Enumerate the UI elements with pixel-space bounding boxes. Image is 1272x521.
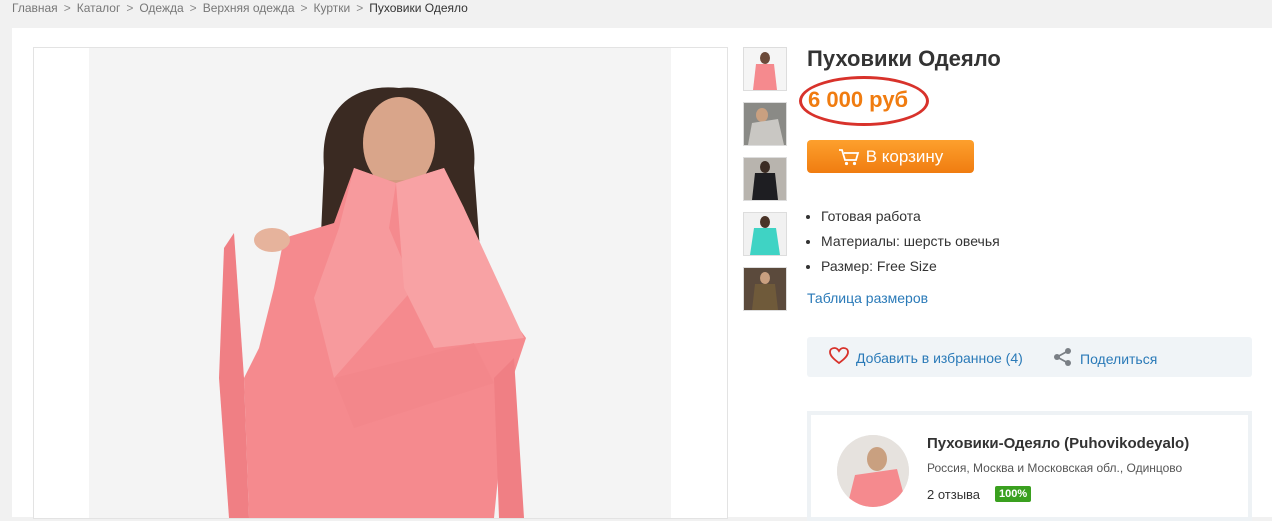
seller-location: Россия, Москва и Московская обл., Одинцо… — [927, 461, 1183, 475]
size-table-link[interactable]: Таблица размеров — [807, 290, 928, 306]
product-title: Пуховики Одеяло — [807, 46, 1001, 71]
breadcrumb-link-jackets[interactable]: Куртки — [314, 1, 351, 15]
add-to-cart-button[interactable]: В корзину — [807, 140, 974, 173]
breadcrumb-link-catalog[interactable]: Каталог — [77, 1, 121, 15]
main-product-photo[interactable] — [33, 47, 728, 519]
seller-card: Пуховики-Одеяло (Puhovikodeyalo) Россия,… — [807, 411, 1252, 521]
product-features: Готовая работа Материалы: шерсть овечья … — [807, 208, 1000, 283]
breadcrumb-link-outerwear[interactable]: Верхняя одежда — [203, 1, 295, 15]
thumbnail-1[interactable] — [743, 47, 787, 91]
share-icon — [1053, 347, 1073, 370]
add-to-favorites-label: Добавить в избранное (4) — [856, 349, 1023, 366]
breadcrumb-link-clothing[interactable]: Одежда — [139, 1, 183, 15]
thumbnail-4[interactable] — [743, 212, 787, 256]
feature-item: Готовая работа — [821, 208, 1000, 233]
breadcrumb-separator: > — [300, 1, 308, 15]
heart-icon — [829, 347, 849, 368]
action-bar: Добавить в избранное (4) Поделиться — [807, 337, 1252, 377]
add-to-cart-label: В корзину — [865, 146, 944, 166]
breadcrumb-separator: > — [63, 1, 71, 15]
seller-avatar[interactable] — [837, 435, 909, 507]
rating-badge: 100% — [995, 486, 1032, 502]
price-highlight-ring — [799, 76, 929, 126]
breadcrumb-separator: > — [126, 1, 134, 15]
thumbnail-strip — [743, 47, 787, 322]
breadcrumb-separator: > — [189, 1, 197, 15]
share-label: Поделиться — [1080, 350, 1158, 367]
feature-item: Размер: Free Size — [821, 258, 1000, 283]
thumbnail-3[interactable] — [743, 157, 787, 201]
seller-name[interactable]: Пуховики-Одеяло (Puhovikodeyalo) — [927, 435, 1189, 452]
feature-item: Материалы: шерсть овечья — [821, 233, 1000, 258]
thumbnail-5[interactable] — [743, 267, 787, 311]
cart-icon — [838, 148, 860, 166]
breadcrumb: Главная > Каталог > Одежда > Верхняя одежда > Ку… — [12, 1, 468, 15]
add-to-favorites-button[interactable]: Добавить в избранное (4) — [829, 347, 1023, 368]
thumbnail-2[interactable] — [743, 102, 787, 146]
breadcrumb-link-home[interactable]: Главная — [12, 1, 58, 15]
product-photo-illustration — [219, 87, 526, 518]
breadcrumb-current: Пуховики Одеяло — [369, 1, 468, 15]
share-button[interactable]: Поделиться — [1053, 347, 1157, 370]
breadcrumb-separator: > — [356, 1, 364, 15]
seller-reviews-link[interactable]: 2 отзыва — [927, 487, 980, 502]
